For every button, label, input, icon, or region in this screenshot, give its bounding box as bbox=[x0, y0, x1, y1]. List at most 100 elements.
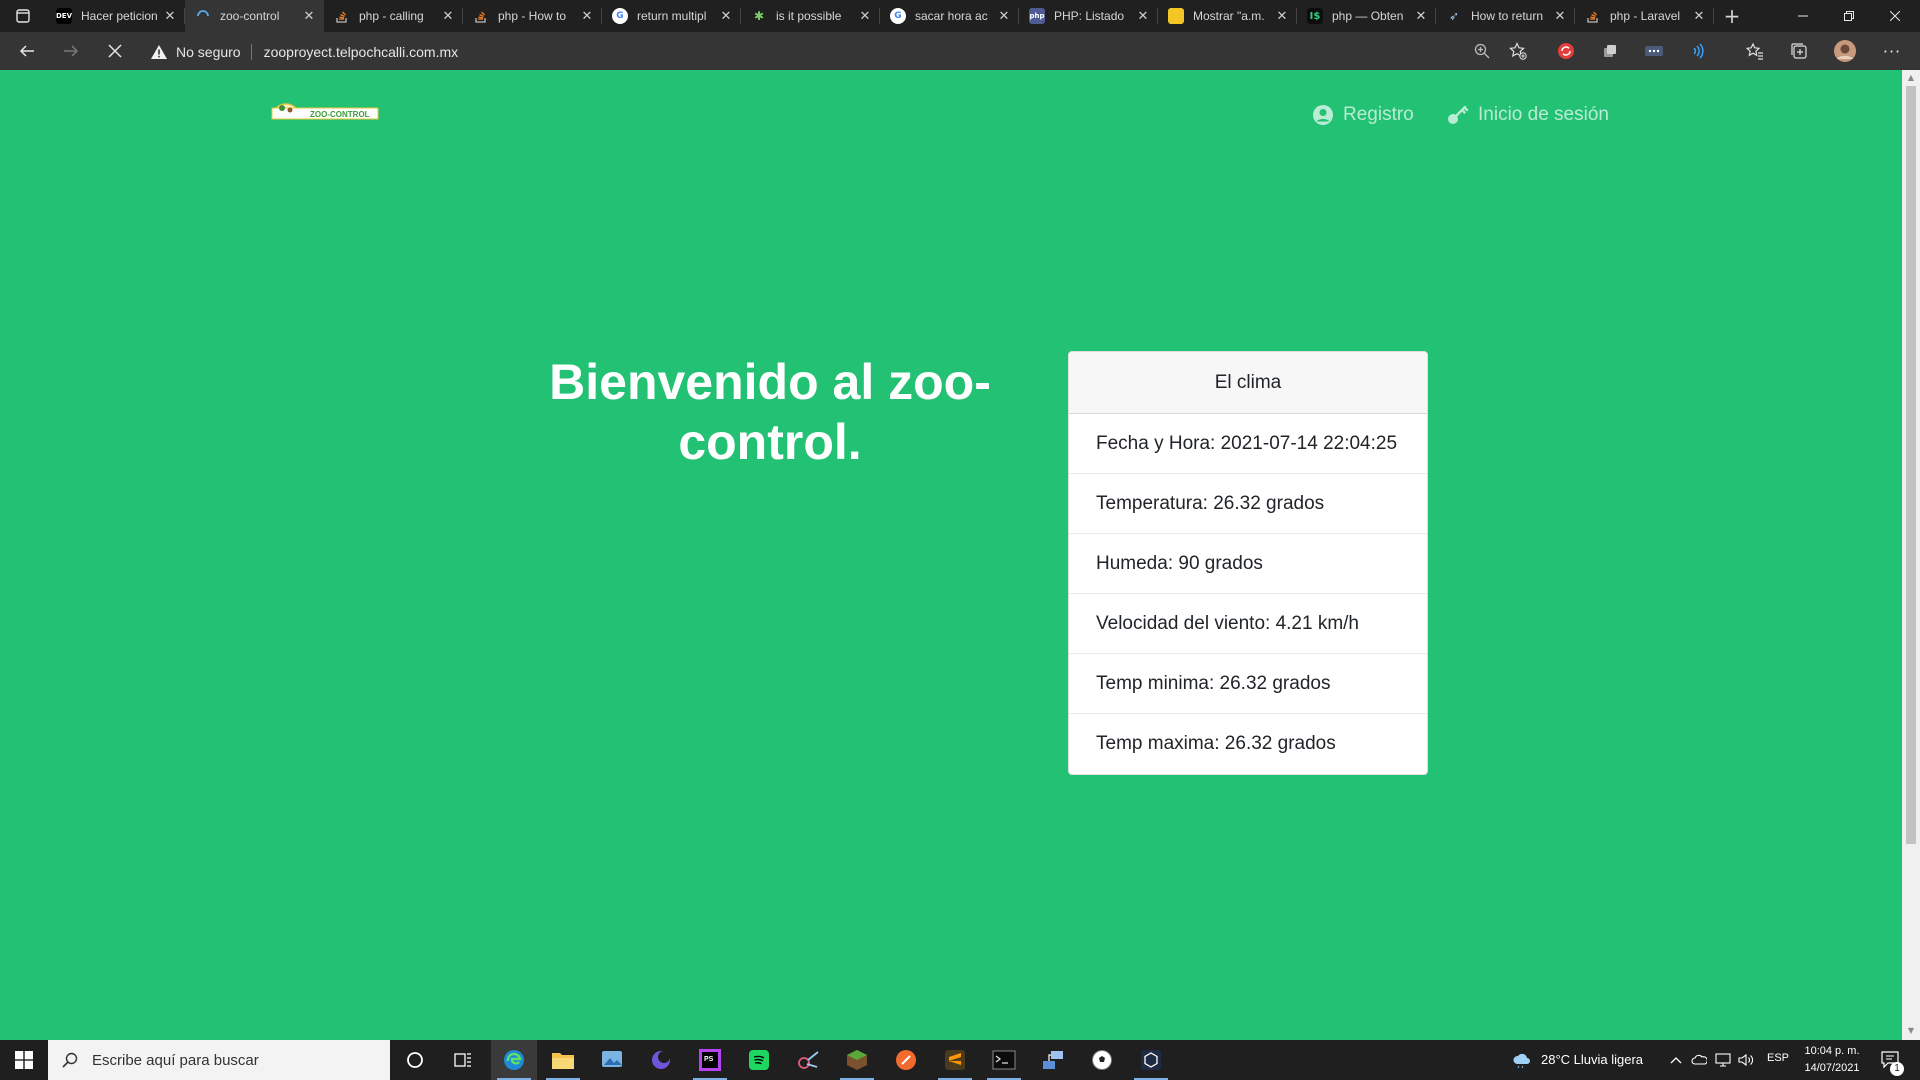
start-button[interactable] bbox=[0, 1040, 48, 1080]
tab-title: return multipl bbox=[637, 9, 707, 23]
close-tab-icon[interactable]: ✕ bbox=[1553, 9, 1567, 24]
forward-button[interactable] bbox=[56, 36, 86, 66]
close-tab-icon[interactable]: ✕ bbox=[580, 9, 594, 24]
profile-button[interactable] bbox=[1830, 36, 1860, 66]
tab-active[interactable]: zoo-control ✕ bbox=[185, 0, 324, 32]
tab[interactable]: G sacar hora ac ✕ bbox=[880, 0, 1019, 32]
tab-actions-icon bbox=[16, 9, 30, 23]
close-tab-icon[interactable]: ✕ bbox=[1414, 9, 1428, 24]
taskbar-search-box[interactable]: Escribe aquí para buscar bbox=[48, 1040, 390, 1080]
taskbar-app[interactable] bbox=[638, 1040, 684, 1080]
scroll-down-icon[interactable]: ▼ bbox=[1906, 1026, 1916, 1036]
tab[interactable]: I$ php — Obten ✕ bbox=[1297, 0, 1436, 32]
register-link[interactable]: Registro bbox=[1312, 104, 1414, 126]
tab[interactable]: ➶ How to return ✕ bbox=[1436, 0, 1575, 32]
taskbar-terminal[interactable] bbox=[981, 1040, 1027, 1080]
tab[interactable]: Mostrar "a.m. ✕ bbox=[1158, 0, 1297, 32]
restore-button[interactable] bbox=[1826, 0, 1872, 32]
weather-temperature: Temperatura: 26.32 grados bbox=[1069, 474, 1427, 534]
collections-button[interactable] bbox=[1784, 36, 1814, 66]
taskbar-app[interactable] bbox=[785, 1040, 831, 1080]
taskbar-app[interactable] bbox=[1128, 1040, 1174, 1080]
stop-loading-button[interactable] bbox=[100, 36, 130, 66]
volume-icon[interactable] bbox=[1738, 1052, 1754, 1068]
minimize-button[interactable] bbox=[1780, 0, 1826, 32]
close-tab-icon[interactable]: ✕ bbox=[441, 9, 455, 24]
extension-button[interactable] bbox=[1551, 36, 1581, 66]
taskbar-spotify[interactable] bbox=[736, 1040, 782, 1080]
taskbar-minecraft[interactable] bbox=[834, 1040, 880, 1080]
favorites-icon bbox=[1746, 42, 1763, 60]
tab[interactable]: php PHP: Listado ✕ bbox=[1019, 0, 1158, 32]
taskbar-sublime[interactable] bbox=[932, 1040, 978, 1080]
close-tab-icon[interactable]: ✕ bbox=[719, 9, 733, 24]
folder-icon bbox=[552, 1053, 574, 1069]
close-tab-icon[interactable]: ✕ bbox=[1692, 9, 1706, 24]
browser-tab-bar: DEV Hacer peticion ✕ zoo-control ✕ php -… bbox=[0, 0, 1920, 32]
favorites-button[interactable] bbox=[1740, 36, 1770, 66]
tab[interactable]: php - Laravel ✕ bbox=[1575, 0, 1714, 32]
tab-title: zoo-control bbox=[220, 9, 280, 23]
windows-logo-icon bbox=[15, 1051, 33, 1069]
scrollbar-thumb[interactable] bbox=[1906, 86, 1916, 844]
extension-button[interactable] bbox=[1639, 36, 1669, 66]
settings-menu-button[interactable]: ··· bbox=[1877, 36, 1907, 66]
taskbar-app[interactable] bbox=[883, 1040, 929, 1080]
tab[interactable]: G return multipl ✕ bbox=[602, 0, 741, 32]
new-tab-button[interactable]: + bbox=[1714, 0, 1750, 32]
close-tab-icon[interactable]: ✕ bbox=[1136, 9, 1150, 24]
tab[interactable]: php - How to ✕ bbox=[463, 0, 602, 32]
url-text[interactable]: zooproyect.telpochcalli.com.mx bbox=[264, 44, 459, 60]
close-tab-icon[interactable]: ✕ bbox=[163, 9, 177, 24]
logo-image: ZOO-CONTROL bbox=[271, 103, 379, 120]
clock-date[interactable]: 14/07/2021 bbox=[1804, 1062, 1860, 1074]
weather-datetime: Fecha y Hora: 2021-07-14 22:04:25 bbox=[1069, 414, 1427, 474]
language-indicator[interactable]: ESP bbox=[1767, 1052, 1789, 1064]
taskbar-edge[interactable] bbox=[491, 1040, 537, 1080]
security-label[interactable]: No seguro bbox=[176, 44, 241, 60]
add-favorite-button[interactable] bbox=[1503, 36, 1533, 66]
tab[interactable]: ✱ is it possible ✕ bbox=[741, 0, 880, 32]
onedrive-icon[interactable] bbox=[1691, 1052, 1707, 1068]
chevron-up-icon[interactable] bbox=[1668, 1052, 1684, 1068]
network-icon[interactable] bbox=[1715, 1052, 1731, 1068]
close-tab-icon[interactable]: ✕ bbox=[1275, 9, 1289, 24]
clock-time[interactable]: 10:04 p. m. bbox=[1804, 1045, 1860, 1057]
tab[interactable]: php - calling ✕ bbox=[324, 0, 463, 32]
close-window-button[interactable] bbox=[1872, 0, 1918, 32]
back-button[interactable] bbox=[12, 36, 42, 66]
taskbar-phpstorm[interactable]: PS bbox=[687, 1040, 733, 1080]
zoom-button[interactable] bbox=[1467, 36, 1497, 66]
scroll-up-icon[interactable]: ▲ bbox=[1906, 73, 1916, 83]
extension-button[interactable] bbox=[1595, 36, 1625, 66]
zoo-control-logo[interactable]: ZOO-CONTROL bbox=[270, 96, 380, 122]
extension-copy-icon bbox=[1604, 45, 1616, 57]
avatar bbox=[1834, 40, 1856, 62]
tab-title: php - Laravel bbox=[1610, 9, 1681, 23]
vertical-scrollbar[interactable]: ▲ ▼ bbox=[1902, 70, 1920, 1040]
taskbar-app[interactable] bbox=[1079, 1040, 1125, 1080]
close-tab-icon[interactable]: ✕ bbox=[302, 9, 316, 24]
taskbar-app[interactable] bbox=[1030, 1040, 1076, 1080]
address-bar[interactable]: No seguro zooproyect.telpochcalli.com.mx bbox=[150, 41, 458, 63]
tab-title: PHP: Listado bbox=[1054, 9, 1125, 23]
weather-status[interactable]: 28°C Lluvia ligera bbox=[1541, 1052, 1643, 1067]
login-link[interactable]: Inicio de sesión bbox=[1447, 104, 1609, 126]
close-tab-icon[interactable]: ✕ bbox=[997, 9, 1011, 24]
google-icon: G bbox=[890, 8, 906, 24]
login-label: Inicio de sesión bbox=[1478, 104, 1609, 125]
tab[interactable]: DEV Hacer peticion ✕ bbox=[46, 0, 185, 32]
snip-tool-icon bbox=[798, 1051, 819, 1069]
task-view-icon bbox=[454, 1053, 471, 1067]
taskbar-app[interactable] bbox=[589, 1040, 635, 1080]
close-tab-icon[interactable]: ✕ bbox=[858, 9, 872, 24]
weather-cloud-icon[interactable] bbox=[1512, 1052, 1532, 1068]
read-aloud-button[interactable] bbox=[1683, 36, 1713, 66]
windows-taskbar: Escribe aquí para buscar PS 28°C Lluvia … bbox=[0, 1040, 1920, 1080]
minimize-icon bbox=[1798, 15, 1808, 17]
forward-arrow-icon bbox=[64, 45, 79, 57]
task-view-button[interactable] bbox=[440, 1040, 486, 1080]
tab-actions-button[interactable] bbox=[0, 0, 46, 32]
taskbar-file-explorer[interactable] bbox=[540, 1040, 586, 1080]
cortana-button[interactable] bbox=[392, 1040, 438, 1080]
